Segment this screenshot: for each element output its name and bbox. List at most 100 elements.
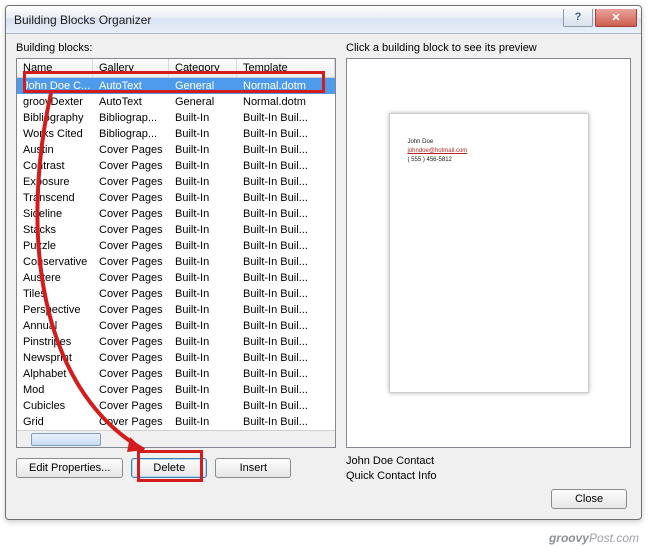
preview-name: John Doe [408, 138, 570, 147]
cell-gallery: Cover Pages [93, 254, 169, 270]
cell-name: Sideline [17, 206, 93, 222]
help-button[interactable]: ? [563, 9, 593, 27]
cell-gallery: Cover Pages [93, 206, 169, 222]
col-name[interactable]: Name [17, 59, 93, 77]
help-icon: ? [575, 11, 582, 23]
building-blocks-dialog: Building Blocks Organizer ? ✕ Building b… [5, 5, 642, 520]
close-button[interactable]: Close [551, 489, 627, 509]
cell-name: Contrast [17, 158, 93, 174]
cell-name: Exposure [17, 174, 93, 190]
table-row[interactable]: AnnualCover PagesBuilt-InBuilt-In Buil..… [17, 318, 335, 334]
cell-name: Austin [17, 142, 93, 158]
table-row[interactable]: ModCover PagesBuilt-InBuilt-In Buil... [17, 382, 335, 398]
cell-gallery: Cover Pages [93, 318, 169, 334]
table-row[interactable]: PuzzleCover PagesBuilt-InBuilt-In Buil..… [17, 238, 335, 254]
cell-category: Built-In [169, 174, 237, 190]
cell-name: Bibliography [17, 110, 93, 126]
cell-gallery: AutoText [93, 94, 169, 110]
cell-gallery: Cover Pages [93, 190, 169, 206]
table-row[interactable]: SidelineCover PagesBuilt-InBuilt-In Buil… [17, 206, 335, 222]
cell-template: Built-In Buil... [237, 190, 335, 206]
cell-template: Built-In Buil... [237, 174, 335, 190]
preview-phone: ( 555 ) 456-5812 [408, 156, 570, 165]
cell-template: Built-In Buil... [237, 206, 335, 222]
table-row[interactable]: CubiclesCover PagesBuilt-InBuilt-In Buil… [17, 398, 335, 414]
cell-name: Perspective [17, 302, 93, 318]
cell-template: Built-In Buil... [237, 222, 335, 238]
table-row[interactable]: GridCover PagesBuilt-InBuilt-In Buil... [17, 414, 335, 430]
edit-properties-button[interactable]: Edit Properties... [16, 458, 123, 478]
cell-category: Built-In [169, 238, 237, 254]
table-row[interactable]: StacksCover PagesBuilt-InBuilt-In Buil..… [17, 222, 335, 238]
dialog-title: Building Blocks Organizer [14, 13, 561, 27]
cell-name: Works Cited [17, 126, 93, 142]
table-row[interactable]: ConservativeCover PagesBuilt-InBuilt-In … [17, 254, 335, 270]
cell-name: Cubicles [17, 398, 93, 414]
preview-box: John Doe johndoe@hotmail.com ( 555 ) 456… [346, 58, 631, 448]
col-template[interactable]: Template [237, 59, 335, 77]
cell-gallery: Cover Pages [93, 174, 169, 190]
watermark: groovyPost.com [549, 531, 639, 545]
cell-category: Built-In [169, 318, 237, 334]
cell-template: Built-In Buil... [237, 286, 335, 302]
cell-category: Built-In [169, 254, 237, 270]
table-row[interactable]: groovDexterAutoTextGeneralNormal.dotm [17, 94, 335, 110]
cell-name: Stacks [17, 222, 93, 238]
cell-category: Built-In [169, 158, 237, 174]
cell-gallery: Cover Pages [93, 158, 169, 174]
table-row[interactable]: BibliographyBibliograp...Built-InBuilt-I… [17, 110, 335, 126]
cell-gallery: Cover Pages [93, 270, 169, 286]
table-row[interactable]: PinstripesCover PagesBuilt-InBuilt-In Bu… [17, 334, 335, 350]
cell-gallery: Cover Pages [93, 382, 169, 398]
cell-gallery: Cover Pages [93, 414, 169, 430]
cell-gallery: Cover Pages [93, 398, 169, 414]
cell-name: Puzzle [17, 238, 93, 254]
table-row[interactable]: ExposureCover PagesBuilt-InBuilt-In Buil… [17, 174, 335, 190]
cell-gallery: Cover Pages [93, 350, 169, 366]
close-window-button[interactable]: ✕ [595, 9, 637, 27]
cell-template: Built-In Buil... [237, 318, 335, 334]
cell-name: Grid [17, 414, 93, 430]
cell-gallery: AutoText [93, 78, 169, 94]
table-row[interactable]: AustinCover PagesBuilt-InBuilt-In Buil..… [17, 142, 335, 158]
cell-gallery: Cover Pages [93, 238, 169, 254]
table-row[interactable]: AustereCover PagesBuilt-InBuilt-In Buil.… [17, 270, 335, 286]
col-gallery[interactable]: Gallery [93, 59, 169, 77]
table-row[interactable]: Works CitedBibliograp...Built-InBuilt-In… [17, 126, 335, 142]
titlebar: Building Blocks Organizer ? ✕ [6, 6, 641, 34]
table-row[interactable]: John Doe C...AutoTextGeneralNormal.dotm [17, 78, 335, 94]
cell-category: General [169, 78, 237, 94]
preview-label: Click a building block to see its previe… [346, 42, 631, 54]
building-blocks-label: Building blocks: [16, 42, 336, 54]
col-category[interactable]: Category [169, 59, 237, 77]
cell-name: Annual [17, 318, 93, 334]
table-row[interactable]: TilesCover PagesBuilt-InBuilt-In Buil... [17, 286, 335, 302]
insert-button[interactable]: Insert [215, 458, 291, 478]
table-row[interactable]: AlphabetCover PagesBuilt-InBuilt-In Buil… [17, 366, 335, 382]
preview-page: John Doe johndoe@hotmail.com ( 555 ) 456… [389, 113, 589, 393]
cell-category: Built-In [169, 190, 237, 206]
cell-category: Built-In [169, 350, 237, 366]
cell-template: Built-In Buil... [237, 414, 335, 430]
delete-button[interactable]: Delete [131, 458, 207, 478]
cell-template: Built-In Buil... [237, 254, 335, 270]
cell-gallery: Cover Pages [93, 302, 169, 318]
table-row[interactable]: NewsprintCover PagesBuilt-InBuilt-In Bui… [17, 350, 335, 366]
cell-category: Built-In [169, 222, 237, 238]
cell-gallery: Cover Pages [93, 334, 169, 350]
cell-gallery: Cover Pages [93, 286, 169, 302]
cell-name: Alphabet [17, 366, 93, 382]
rows-container[interactable]: John Doe C...AutoTextGeneralNormal.dotmg… [17, 78, 335, 430]
scrollbar-thumb[interactable] [31, 433, 101, 446]
cell-template: Built-In Buil... [237, 302, 335, 318]
cell-name: John Doe C... [17, 78, 93, 94]
cell-template: Built-In Buil... [237, 126, 335, 142]
horizontal-scrollbar[interactable] [17, 430, 335, 447]
cell-name: Tiles [17, 286, 93, 302]
table-row[interactable]: ContrastCover PagesBuilt-InBuilt-In Buil… [17, 158, 335, 174]
building-blocks-list: Name Gallery Category Template John Doe … [16, 58, 336, 448]
cell-name: Conservative [17, 254, 93, 270]
cell-template: Built-In Buil... [237, 366, 335, 382]
table-row[interactable]: TranscendCover PagesBuilt-InBuilt-In Bui… [17, 190, 335, 206]
table-row[interactable]: PerspectiveCover PagesBuilt-InBuilt-In B… [17, 302, 335, 318]
